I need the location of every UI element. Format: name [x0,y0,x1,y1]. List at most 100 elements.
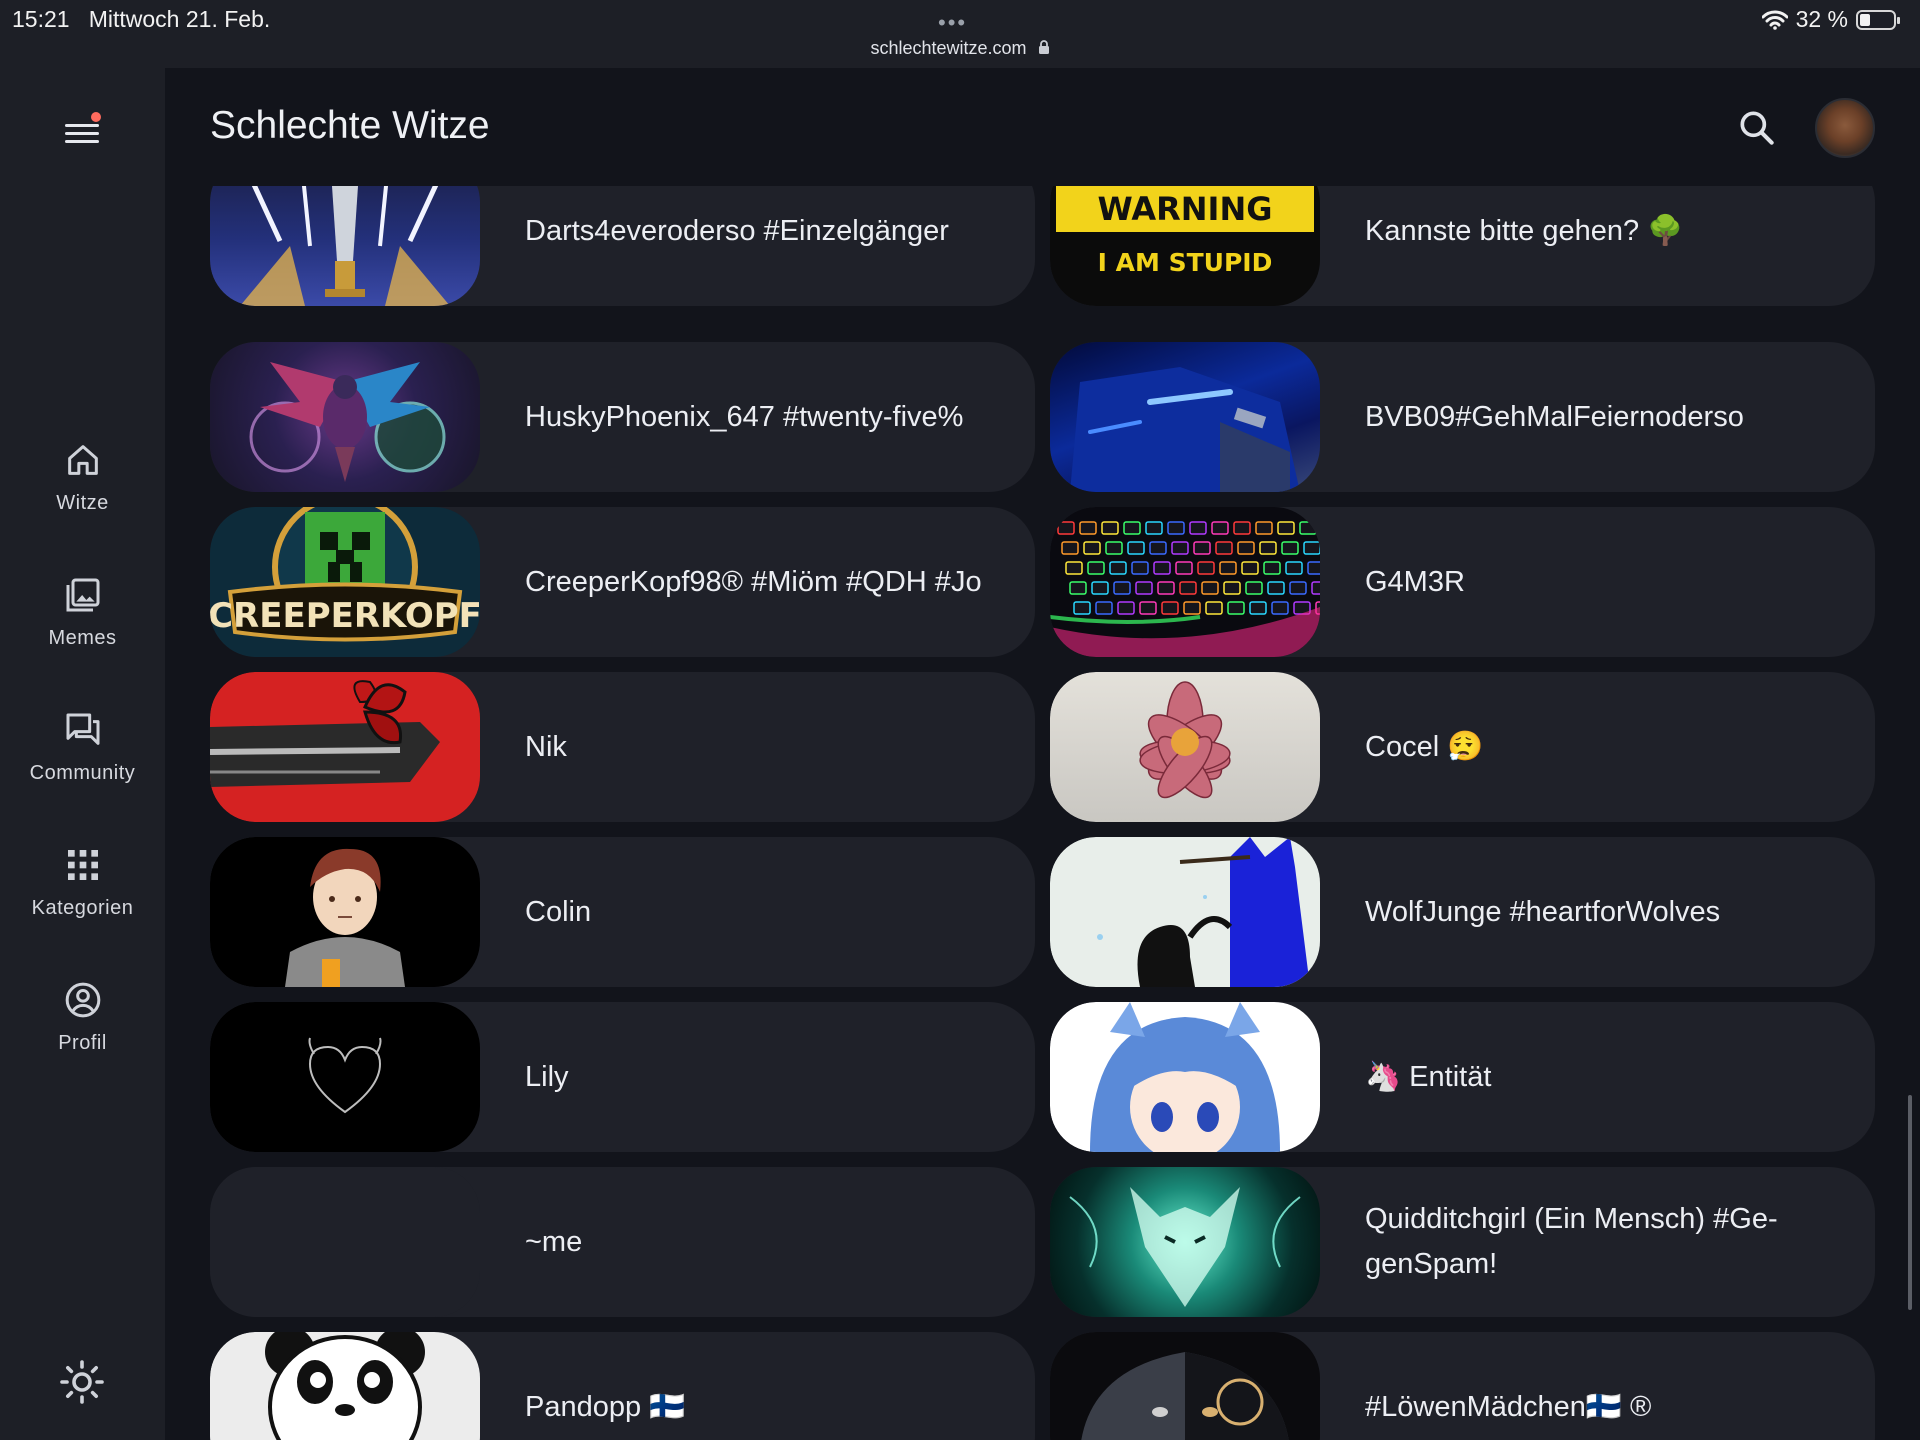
red-butterfly-image [210,680,440,787]
keyboard-key [1149,541,1167,555]
profile-card[interactable]: 🦄 Entität [1050,1002,1875,1152]
keyboard-key [1205,601,1223,615]
profile-card[interactable]: BVB09#GehMalFeiernoderso [1050,342,1875,492]
profile-card[interactable]: Quidditchgirl (Ein Mensch) #Ge-genSpam! [1050,1167,1875,1317]
panda-image [265,1332,425,1440]
sidebar-item-profil[interactable]: Profil [0,980,165,1090]
keyboard-key [1267,581,1285,595]
thumb-text-stupid: I AM STUPID [1098,248,1273,277]
sidebar: Witze Memes Community Kategorien Profil [0,68,165,1440]
keyboard-key [1131,561,1149,575]
wifi-icon [1761,10,1788,30]
status-date: Mittwoch 21. Feb. [88,6,271,32]
profile-thumbnail [1050,1332,1320,1440]
keyboard-key [1057,521,1075,535]
profile-card[interactable]: Nik [210,672,1035,822]
keyboard-key [1299,521,1317,535]
profile-name: WolfJunge #heartforWolves [1365,895,1721,928]
warning-sign-image: WARNING I AM STUPID [1056,186,1314,277]
profile-card[interactable]: CREEPERKOPF CreeperKopf98® #Miöm #QDH #J… [210,507,1035,657]
url-bar[interactable]: schlechtewitze.com [0,38,1920,59]
sidebar-item-witze[interactable]: Witze [0,440,165,550]
profile-card[interactable]: #LöwenMädchen🇫🇮 ® [1050,1332,1875,1440]
forum-icon [66,713,99,745]
profile-name: Quidditchgirl (Ein Mensch) #Ge-genSpam! [1365,1203,1778,1280]
sidebar-item-community[interactable]: Community [0,710,165,820]
keyboard-key [1091,581,1109,595]
keyboard-key [1183,601,1201,615]
profile-thumbnail [1050,507,1320,657]
keyboard-key [1145,521,1163,535]
lion-image [1081,1352,1289,1440]
profile-card[interactable]: Darts4everoderso #Einzelgänger [210,186,1035,306]
keyboard-key [1127,541,1145,555]
keyboard-key [1249,601,1267,615]
scrollbar[interactable] [1908,1095,1912,1310]
profile-card[interactable]: G4M3R [1050,507,1875,657]
status-bar: 15:21 Mittwoch 21. Feb. ••• schlechtewit… [0,0,1920,68]
page-title: Schlechte Witze [210,104,490,147]
profile-thumbnail [210,342,480,492]
sidebar-item-label: Witze [56,492,109,514]
profile-name: G4M3R [1365,565,1465,598]
profile-thumbnail: CREEPERKOPF [210,507,480,657]
keyboard-key [1307,561,1320,575]
blue-motorbike-image [1070,367,1300,492]
keyboard-key [1241,561,1259,575]
avatar[interactable] [1815,98,1875,158]
keyboard-key [1259,541,1277,555]
profile-card[interactable]: Cocel 😮‍💨 [1050,672,1875,822]
profile-thumbnail [210,1002,480,1152]
keyboard-key [1073,601,1091,615]
status-indicators: 32 % [1761,6,1900,33]
keyboard-key [1175,561,1193,575]
keyboard-key [1311,581,1320,595]
profile-card[interactable]: Pandopp 🇫🇮 [210,1332,1035,1440]
sidebar-item-memes[interactable]: Memes [0,575,165,685]
keyboard-key [1101,521,1119,535]
profile-card[interactable]: WARNING I AM STUPID Kannste bitte gehen?… [1050,186,1875,306]
creeper-logo-image: CREEPERKOPF [210,507,480,642]
profile-card[interactable]: ~me [210,1167,1035,1317]
grid-icon [67,850,98,880]
profile-name: Colin [525,895,592,928]
profile-card[interactable]: HuskyPhoenix_647 #twenty-five% [210,342,1035,492]
keyboard-key [1219,561,1237,575]
glowing-wolf-image [1069,1187,1301,1307]
search-button[interactable] [1735,106,1779,150]
menu-icon-bar [65,124,99,127]
profile-thumbnail [1050,1002,1320,1152]
menu-icon-bar [65,132,99,135]
profile-card[interactable]: Lily [210,1002,1035,1152]
profile-name: BVB09#GehMalFeiernoderso [1365,400,1744,433]
phoenix-image [249,362,446,482]
profile-name: Lily [525,1060,569,1093]
keyboard-key [1139,601,1157,615]
keyboard-key [1153,561,1171,575]
multitasking-dots[interactable]: ••• [938,10,967,36]
gallery-icon [66,578,99,612]
keyboard-key [1289,581,1307,595]
profile-thumbnail-empty [210,1167,480,1317]
keyboard-key [1193,541,1211,555]
search-icon [1740,111,1774,145]
sidebar-item-label: Community [29,762,136,784]
keyboard-key [1245,581,1263,595]
keyboard-key [1255,521,1273,535]
keyboard-key [1069,581,1087,595]
keyboard-key [1087,561,1105,575]
keyboard-key [1233,521,1251,535]
profile-card[interactable]: Colin [210,837,1035,987]
profile-thumbnail: WARNING I AM STUPID [1050,186,1320,306]
darts-trophy-image [240,186,450,306]
sun-icon [60,1360,104,1404]
menu-button[interactable] [60,112,104,152]
sidebar-item-label: Profil [58,1032,107,1054]
rgb-keyboard-image [1050,521,1320,657]
blue-wolf-image [1097,837,1310,987]
keyboard-key [1281,541,1299,555]
sidebar-item-kategorien[interactable]: Kategorien [0,845,165,955]
theme-toggle-button[interactable] [58,1358,106,1406]
profile-card[interactable]: WolfJunge #heartforWolves [1050,837,1875,987]
devil-heart-image [308,1037,382,1114]
